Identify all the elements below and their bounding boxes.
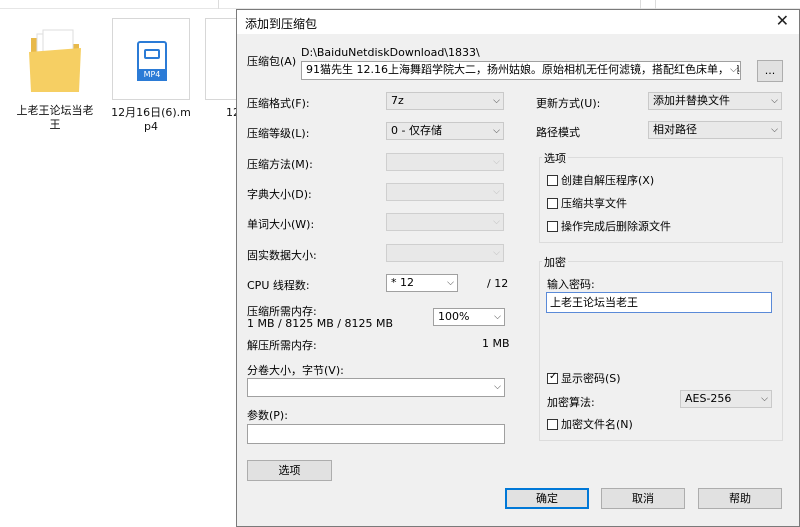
archive-path: D:\BaiduNetdiskDownload\1833\ <box>301 46 480 59</box>
encryption-method-label: 加密算法: <box>547 396 595 409</box>
chevron-down-icon: ⌵ <box>771 125 778 135</box>
help-button[interactable]: 帮助 <box>698 488 782 509</box>
video-file-icon: MP4 <box>137 41 167 81</box>
dialog-titlebar: 添加到压缩包 ✕ <box>237 10 799 34</box>
checkbox-box <box>547 419 558 430</box>
sfx-checkbox[interactable]: 创建自解压程序(X) <box>547 172 654 188</box>
params-label: 参数(P): <box>247 409 288 422</box>
solid-select[interactable]: ⌵ <box>386 244 504 262</box>
file-type-badge: MP4 <box>137 69 167 81</box>
chevron-down-icon: ⌵ <box>494 382 501 392</box>
word-select[interactable]: ⌵ <box>386 213 504 231</box>
file-name: 12月16日(6).mp4 <box>111 106 191 133</box>
chevron-down-icon: ⌵ <box>493 126 500 136</box>
mem-compress-detail: 1 MB / 8125 MB / 8125 MB <box>247 317 393 330</box>
path-mode-select[interactable]: 相对路径 ⌵ <box>648 121 782 139</box>
update-mode-select[interactable]: 添加并替换文件 ⌵ <box>648 92 782 110</box>
chevron-down-icon: ⌵ <box>493 157 500 167</box>
ok-button[interactable]: 确定 <box>505 488 589 509</box>
video-thumbnail: MP4 <box>112 18 190 100</box>
file-item-folder[interactable]: 上老王论坛当老王 <box>12 20 98 132</box>
cpu-label: CPU 线程数: <box>247 279 310 292</box>
archive-label: 压缩包(A) <box>247 55 297 68</box>
update-mode-value: 添加并替换文件 <box>653 94 730 107</box>
chevron-down-icon: ⌵ <box>447 278 454 288</box>
cpu-threads-value: * 12 <box>391 276 414 289</box>
add-to-archive-dialog: 添加到压缩包 ✕ 压缩包(A) D:\BaiduNetdiskDownload\… <box>236 9 800 527</box>
mem-decompress-value: 1 MB <box>482 337 510 350</box>
chevron-down-icon: ⌵ <box>771 96 778 106</box>
path-mode-label: 路径模式 <box>536 126 580 139</box>
level-label: 压缩等级(L): <box>247 127 310 140</box>
mem-decompress-label: 解压所需内存: <box>247 339 317 352</box>
delete-files-checkbox[interactable]: 操作完成后删除源文件 <box>547 218 671 234</box>
chevron-down-icon: ⌵ <box>728 62 737 78</box>
show-password-checkbox[interactable]: ✓ 显示密码(S) <box>547 370 621 386</box>
checkbox-box <box>547 175 558 186</box>
shared-files-label: 压缩共享文件 <box>561 197 627 210</box>
password-label: 输入密码: <box>547 278 595 291</box>
encryption-method-value: AES-256 <box>685 392 732 405</box>
password-input[interactable]: 上老王论坛当老王 <box>546 292 772 313</box>
show-password-label: 显示密码(S) <box>561 372 621 385</box>
chevron-down-icon: ⌵ <box>493 96 500 106</box>
method-label: 压缩方法(M): <box>247 158 313 171</box>
encrypt-names-checkbox[interactable]: 加密文件名(N) <box>547 416 633 432</box>
path-mode-value: 相对路径 <box>653 123 697 136</box>
format-label: 压缩格式(F): <box>247 97 310 110</box>
cancel-button[interactable]: 取消 <box>601 488 685 509</box>
chevron-down-icon: ⌵ <box>493 187 500 197</box>
chevron-down-icon: ⌵ <box>493 248 500 258</box>
browse-button[interactable]: ... <box>757 60 783 82</box>
update-mode-label: 更新方式(U): <box>536 97 601 110</box>
chevron-down-icon: ⌵ <box>493 217 500 227</box>
volume-size-combo[interactable]: ⌵ <box>247 378 505 397</box>
checkbox-box: ✓ <box>547 371 558 384</box>
method-select[interactable]: ⌵ <box>386 153 504 171</box>
solid-label: 固实数据大小: <box>247 249 317 262</box>
cpu-threads-max: / 12 <box>487 277 509 290</box>
volume-label: 分卷大小，字节(V): <box>247 364 344 377</box>
file-name: 上老王论坛当老王 <box>16 104 94 131</box>
delete-files-label: 操作完成后删除源文件 <box>561 220 671 233</box>
explorer-top-bar <box>0 0 800 9</box>
dict-label: 字典大小(D): <box>247 188 312 201</box>
password-value: 上老王论坛当老王 <box>550 296 638 309</box>
mem-usage-value: 100% <box>438 310 470 323</box>
file-item-mp4[interactable]: MP4 12月16日(6).mp4 <box>108 18 194 134</box>
dialog-title: 添加到压缩包 <box>245 17 318 31</box>
checkbox-box <box>547 198 558 209</box>
shared-files-checkbox[interactable]: 压缩共享文件 <box>547 195 627 211</box>
cpu-threads-select[interactable]: * 12 ⌵ <box>386 274 458 292</box>
checkbox-box <box>547 221 558 232</box>
format-select[interactable]: 7z ⌵ <box>386 92 504 110</box>
params-input[interactable] <box>247 424 505 444</box>
encryption-method-select[interactable]: AES-256 ⌵ <box>680 390 772 408</box>
close-icon[interactable]: ✕ <box>776 12 789 30</box>
format-value: 7z <box>391 94 404 107</box>
chevron-down-icon: ⌵ <box>494 312 501 322</box>
archive-name-combo[interactable]: 91猫先生 12.16上海舞蹈学院大二，扬州姑娘。原始相机无任何滤镜，搭配红色床… <box>301 61 741 80</box>
dict-select[interactable]: ⌵ <box>386 183 504 201</box>
level-select[interactable]: 0 - 仅存储 ⌵ <box>386 122 504 140</box>
sfx-label: 创建自解压程序(X) <box>561 174 655 187</box>
check-icon: ✓ <box>549 371 558 382</box>
options-group-title: 选项 <box>542 150 568 166</box>
folder-icon <box>29 29 81 92</box>
word-label: 单词大小(W): <box>247 218 315 231</box>
encryption-group-title: 加密 <box>542 254 568 270</box>
options-button[interactable]: 选项 <box>247 460 332 481</box>
level-value: 0 - 仅存储 <box>391 124 442 137</box>
mem-usage-select[interactable]: 100% ⌵ <box>433 308 505 326</box>
archive-name-value: 91猫先生 12.16上海舞蹈学院大二，扬州姑娘。原始相机无任何滤镜，搭配红色床… <box>306 63 741 76</box>
camera-icon <box>144 49 160 59</box>
chevron-down-icon: ⌵ <box>761 394 768 404</box>
encrypt-names-label: 加密文件名(N) <box>561 418 633 431</box>
